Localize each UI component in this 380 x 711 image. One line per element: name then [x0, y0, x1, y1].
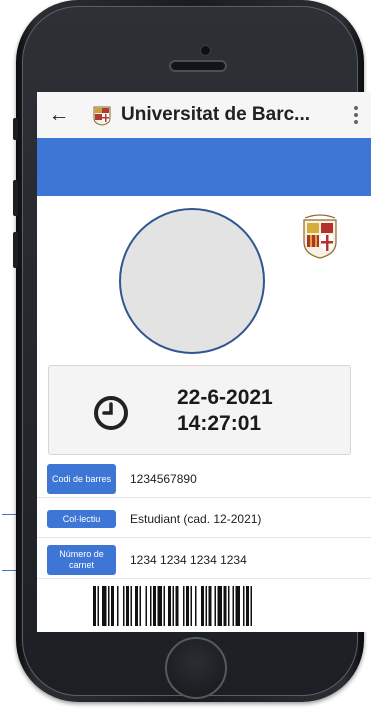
barcode-bar: [172, 586, 174, 626]
barcode-bar: [223, 586, 227, 626]
earpiece-speaker: [169, 60, 227, 72]
field-value: Estudiant (cad. 12-2021): [130, 512, 262, 526]
barcode-bar: [117, 586, 119, 626]
barcode-bar: [250, 586, 252, 626]
barcode-bar: [102, 586, 107, 626]
barcode-bar: [168, 586, 171, 626]
barcode-bar: [157, 586, 162, 626]
barcode-bar: [217, 586, 222, 626]
front-camera: [200, 45, 211, 56]
barcode: [93, 586, 252, 626]
more-vertical-icon[interactable]: [341, 106, 371, 124]
volume-up-button: [13, 180, 18, 216]
barcode-bar: [123, 586, 125, 626]
barcode-bar: [139, 586, 141, 626]
field-value: 1234567890: [130, 472, 197, 486]
barcode-bar: [145, 586, 147, 626]
field-row-collectiu: Col·lectiu Estudiant (cad. 12-2021): [37, 501, 371, 538]
profile-photo: [119, 208, 265, 354]
clock-time: 14:27:01: [177, 412, 262, 435]
clock-icon: [94, 396, 128, 430]
barcode-bar: [111, 586, 114, 626]
field-label: Codi de barres: [47, 464, 116, 494]
barcode-bar: [163, 586, 165, 626]
field-value: 1234 1234 1234 1234: [130, 553, 247, 567]
barcode-bar: [205, 586, 207, 626]
barcode-bar: [228, 586, 230, 626]
barcode-bar: [93, 586, 96, 626]
barcode-bar: [243, 586, 245, 626]
field-row-codi-barres: Codi de barres 1234567890: [37, 461, 371, 498]
volume-down-button: [13, 232, 18, 268]
home-button[interactable]: [165, 637, 227, 699]
barcode-bar: [150, 586, 152, 626]
barcode-bar: [153, 586, 156, 626]
barcode-bar: [214, 586, 216, 626]
field-row-numero-carnet: Número de carnet 1234 1234 1234 1234: [37, 542, 371, 579]
barcode-bar: [183, 586, 185, 626]
barcode-bar: [130, 586, 132, 626]
university-logo-icon: [93, 106, 111, 126]
clock-card: 22-6-2021 14:27:01: [48, 365, 351, 455]
app-bar: ← Universitat de Barc...: [37, 92, 371, 138]
university-crest-icon: [303, 214, 337, 259]
field-label: Col·lectiu: [47, 510, 116, 528]
barcode-bar: [195, 586, 197, 626]
barcode-bar: [126, 586, 129, 626]
barcode-bar: [97, 586, 99, 626]
barcode-bar: [190, 586, 192, 626]
barcode-bar: [246, 586, 249, 626]
header-banner: [37, 138, 371, 196]
field-label: Número de carnet: [47, 545, 116, 575]
barcode-bar: [235, 586, 240, 626]
arrow-back-icon[interactable]: ←: [37, 103, 81, 127]
clock-date: 22-6-2021: [177, 386, 273, 409]
stage: ← Universitat de Barc... 22-6-2021 14:27…: [0, 0, 380, 711]
app-title: Universitat de Barc...: [121, 104, 311, 125]
barcode-bar: [208, 586, 212, 626]
barcode-bar: [108, 586, 110, 626]
barcode-bar: [175, 586, 179, 626]
app-screen: ← Universitat de Barc... 22-6-2021 14:27…: [37, 92, 371, 632]
barcode-bar: [232, 586, 234, 626]
mute-switch: [13, 118, 18, 140]
barcode-bar: [201, 586, 204, 626]
barcode-bar: [186, 586, 189, 626]
barcode-bar: [135, 586, 138, 626]
